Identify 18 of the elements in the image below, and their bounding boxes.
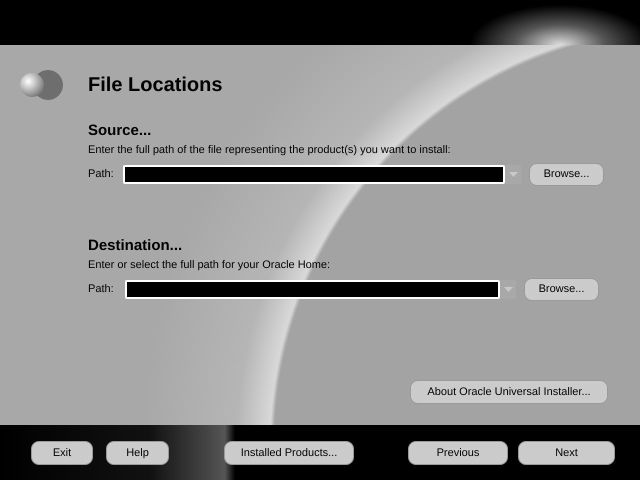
instruction-text: Enter the full path of the file representing the product(s) you want to install: — [88, 144, 452, 158]
right-footer-button[interactable]: Next — [518, 440, 615, 464]
path-combo-field[interactable] — [123, 164, 521, 184]
left-footer-button[interactable]: Help — [106, 440, 169, 464]
instruction-text: Enter or select the full path for your Oracle Home: — [88, 259, 332, 273]
section-heading: Destination... — [88, 237, 184, 256]
path-label: Path: — [88, 283, 115, 295]
section-heading: Source... — [88, 122, 152, 141]
right-footer-button[interactable]: Previous — [408, 440, 508, 464]
path-combo-field[interactable] — [125, 280, 516, 298]
path-label: Path: — [88, 168, 115, 180]
left-footer-button[interactable]: Exit — [31, 440, 93, 464]
about-button[interactable]: About Oracle Universal Installer... — [410, 380, 608, 404]
browse-button[interactable]: Browse... — [524, 278, 599, 300]
spheres-icon — [19, 70, 63, 100]
center-footer-button[interactable]: Installed Products... — [224, 440, 354, 464]
browse-button[interactable]: Browse... — [529, 162, 604, 186]
page-title: File Locations — [88, 74, 222, 96]
